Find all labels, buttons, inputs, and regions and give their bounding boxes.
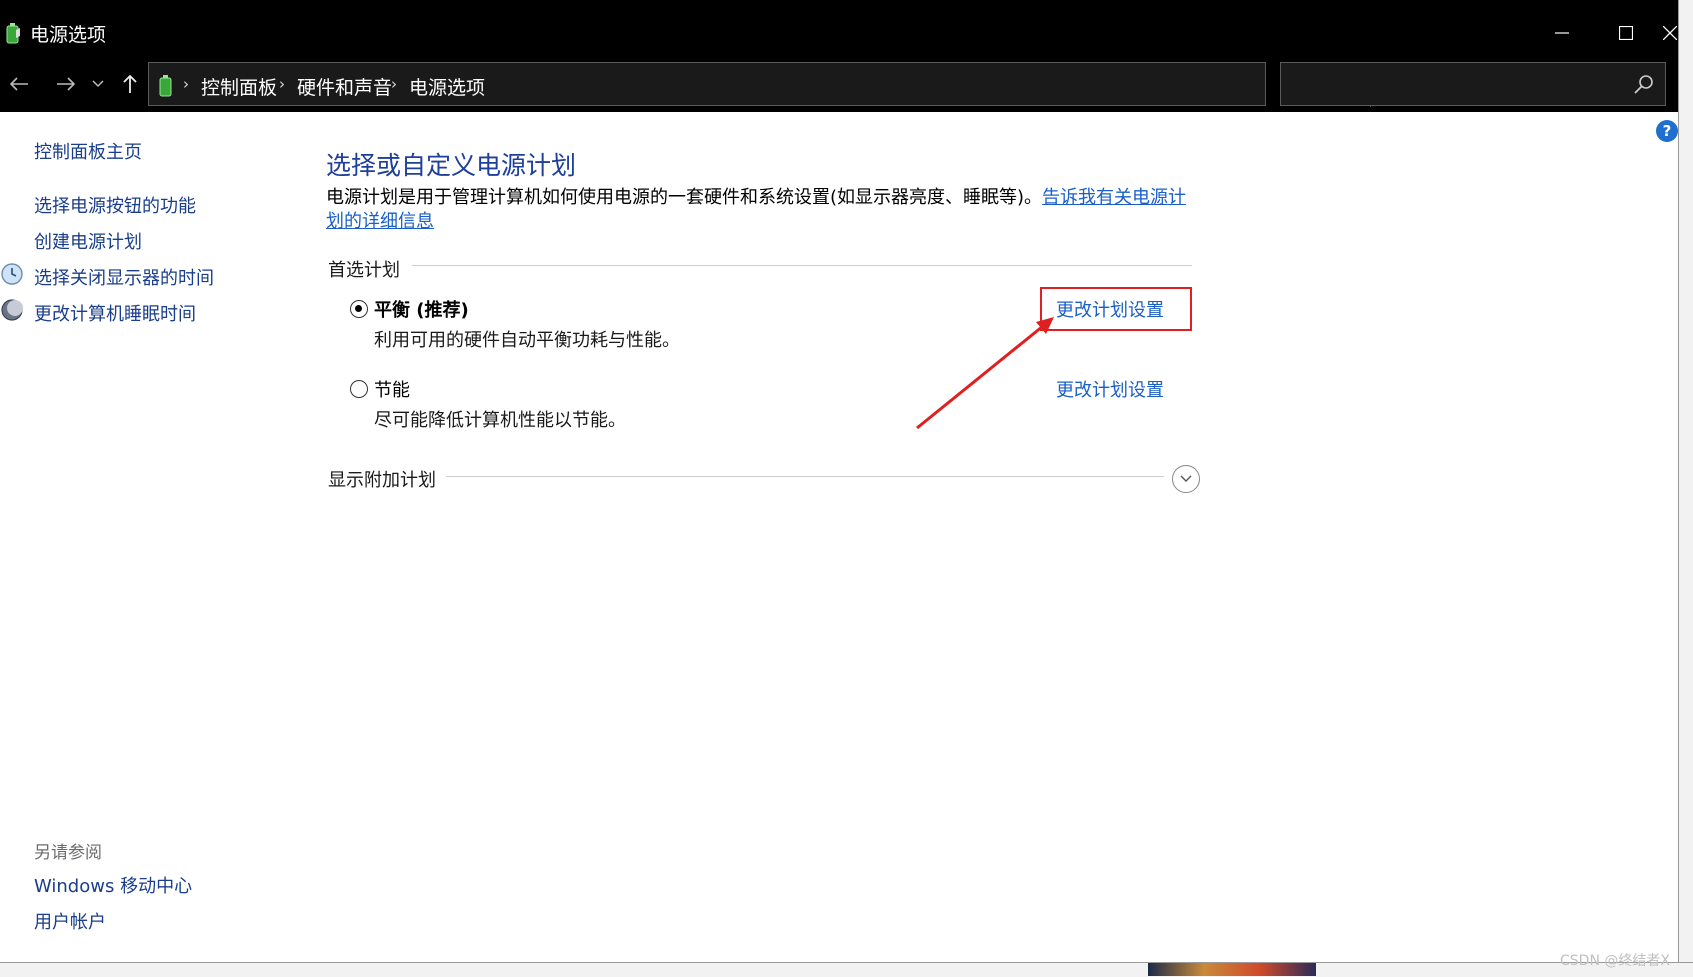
chevron-down-icon <box>92 80 104 88</box>
preferred-plans-heading: 首选计划 <box>328 260 400 281</box>
search-input[interactable] <box>1280 62 1666 106</box>
annotation-arrow <box>916 317 1054 430</box>
watermark: CSDN @终结者X <box>1560 953 1670 969</box>
divider <box>412 265 1192 266</box>
background-edge <box>1678 0 1693 976</box>
see-also-heading: 另请参阅 <box>34 843 102 863</box>
sidebar-item-power-button-function[interactable]: 选择电源按钮的功能 <box>34 192 196 218</box>
taskbar-edge <box>0 962 1693 977</box>
up-button[interactable] <box>116 70 144 98</box>
minimize-icon <box>1555 32 1569 34</box>
breadcrumb-hardware-sound[interactable]: 硬件和声音 <box>297 73 392 100</box>
sidebar-item-display-off-time[interactable]: 选择关闭显示器的时间 <box>34 264 214 290</box>
annotation-highlight-box <box>1040 287 1192 331</box>
see-also-mobility-center[interactable]: Windows 移动中心 <box>34 872 192 898</box>
window-title: 电源选项 <box>30 24 107 46</box>
chevron-down-icon <box>1180 475 1192 482</box>
forward-button[interactable] <box>52 70 80 98</box>
expand-additional-plans-button[interactable] <box>1172 465 1200 493</box>
breadcrumb-separator: › <box>279 75 285 93</box>
background-thumbnail <box>1148 963 1316 976</box>
close-icon <box>1663 26 1677 40</box>
breadcrumb-control-panel[interactable]: 控制面板 <box>201 73 277 100</box>
sidebar-item-sleep-time[interactable]: 更改计算机睡眠时间 <box>34 300 196 326</box>
close-button[interactable] <box>1662 10 1678 56</box>
page-description: 电源计划是用于管理计算机如何使用电源的一套硬件和系统设置(如显示器亮度、睡眠等)… <box>326 186 1196 234</box>
recent-locations-button[interactable] <box>88 70 108 98</box>
arrow-up-icon <box>123 74 137 93</box>
help-icon[interactable]: ? <box>1656 120 1678 142</box>
monitor-clock-icon <box>1 263 23 285</box>
plan-balanced-radio[interactable] <box>350 300 368 318</box>
moon-icon <box>1 299 23 321</box>
plan-power-saver-radio[interactable] <box>350 380 368 398</box>
sidebar-item-create-plan[interactable]: 创建电源计划 <box>34 228 142 254</box>
sidebar-item-control-panel-home[interactable]: 控制面板主页 <box>34 138 142 164</box>
divider <box>446 476 1164 477</box>
breadcrumb-separator: › <box>391 75 397 93</box>
description-text: 电源计划是用于管理计算机如何使用电源的一套硬件和系统设置(如显示器亮度、睡眠等)… <box>326 187 1043 208</box>
plan-balanced-name[interactable]: 平衡 (推荐) <box>374 296 469 322</box>
breadcrumb-separator: › <box>183 75 189 93</box>
plan-power-saver-description: 尽可能降低计算机性能以节能。 <box>374 410 626 431</box>
maximize-button[interactable] <box>1596 10 1656 56</box>
breadcrumb-power-options[interactable]: 电源选项 <box>409 73 485 100</box>
search-icon <box>1634 75 1653 94</box>
show-additional-plans-heading[interactable]: 显示附加计划 <box>328 466 436 492</box>
page-title: 选择或自定义电源计划 <box>326 151 577 180</box>
navigation-bar: › 控制面板 › 硬件和声音 › 电源选项 ↻ <box>0 56 1678 112</box>
power-options-icon <box>6 23 20 44</box>
arrow-left-icon <box>9 77 28 91</box>
back-button[interactable] <box>5 70 33 98</box>
plan-power-saver-change-settings-link[interactable]: 更改计划设置 <box>1056 376 1164 402</box>
see-also-user-accounts[interactable]: 用户帐户 <box>34 908 106 934</box>
maximize-icon <box>1619 26 1633 40</box>
minimize-button[interactable] <box>1532 10 1592 56</box>
plan-balanced-description: 利用可用的硬件自动平衡功耗与性能。 <box>374 330 680 351</box>
address-bar[interactable]: › 控制面板 › 硬件和声音 › 电源选项 ↻ <box>148 62 1402 107</box>
arrow-right-icon <box>57 77 76 91</box>
radio-selected-dot <box>355 305 362 312</box>
plan-power-saver-name[interactable]: 节能 <box>374 376 410 402</box>
power-options-icon <box>159 75 172 97</box>
